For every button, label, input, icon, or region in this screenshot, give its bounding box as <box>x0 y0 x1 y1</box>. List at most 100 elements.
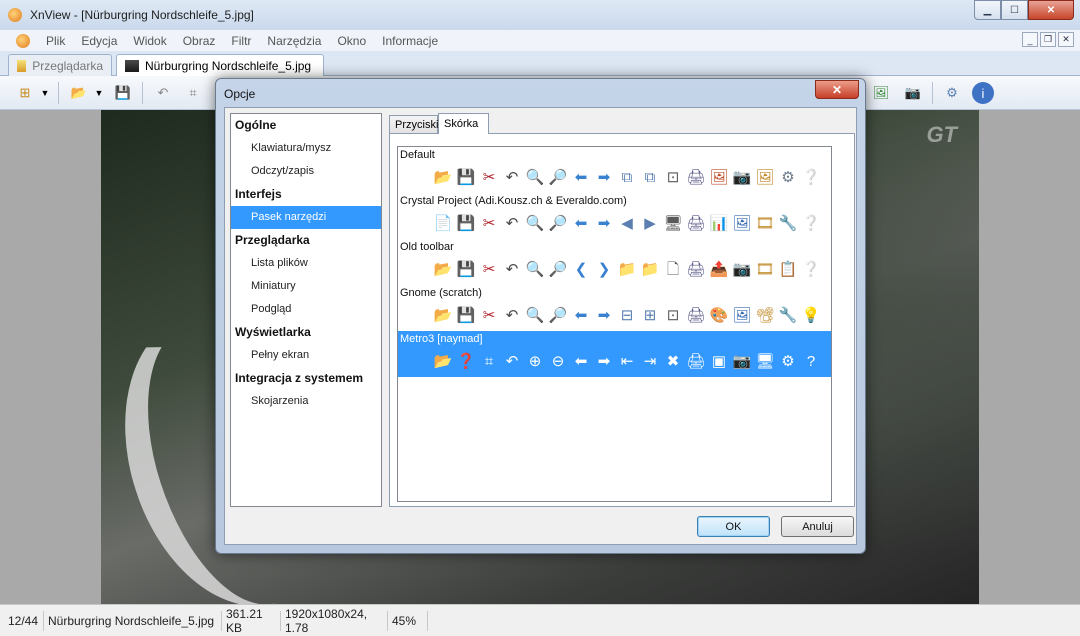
menu-filtr[interactable]: Filtr <box>223 34 259 48</box>
close-window-button[interactable]: ✕ <box>1028 0 1074 20</box>
skin-preview-icon: 📁 <box>640 260 660 278</box>
cancel-button[interactable]: Anuluj <box>781 516 854 537</box>
xnview-logo-icon <box>8 8 22 22</box>
tab-skin[interactable]: Skórka <box>438 113 489 134</box>
skin-preview-icon: 🔎 <box>548 260 568 278</box>
tree-category-header[interactable]: Wyświetlarka <box>231 321 381 344</box>
tab-buttons[interactable]: Przyciski <box>389 115 438 133</box>
info-icon[interactable]: i <box>972 82 994 104</box>
settings-gear-icon[interactable]: ⚙ <box>941 82 963 104</box>
mdi-restore-button[interactable]: ❐ <box>1040 32 1056 47</box>
skin-preview-icon: 🖼 <box>709 168 729 186</box>
tree-category-header[interactable]: Ogólne <box>231 114 381 137</box>
skin-name: Gnome (scratch) <box>400 287 482 299</box>
skin-preview-icon: 💾 <box>456 168 476 186</box>
status-zoom: 45% <box>388 610 428 631</box>
skin-option[interactable]: Metro3 [naymad] 📂 ❓ ⌗ ↶ ⊕ ⊖ ⬅ ➡ ⇤ ⇥ ✖ 🖨 ▣ 📷 🖥 ⚙? <box>398 331 831 377</box>
menu-narzedzia[interactable]: Narzędzia <box>259 34 329 48</box>
open-folder-icon[interactable]: 📂 <box>68 82 90 104</box>
browser-tree-icon[interactable]: ⊞ <box>14 82 36 104</box>
skin-preview-icon: 📂 <box>433 168 453 186</box>
capture-icon[interactable]: 📷 <box>902 82 924 104</box>
toolbar-separator <box>58 82 59 104</box>
skin-option[interactable]: Old toolbar 📂 💾 ✂ ↶ 🔍 🔎 ❮ ❯ 📁 📁 🗋 🖨 📤 📷 🎞 📋 ❔ <box>398 239 831 285</box>
skin-name: Old toolbar <box>400 241 454 253</box>
skin-preview-icon: ❯ <box>597 260 611 278</box>
tree-category-item[interactable]: Pasek narzędzi <box>231 206 381 229</box>
skin-icon-preview: 📄 💾 ✂ ↶ 🔍 🔎 ⬅ ➡ ◀ ▶ 🖥 🖨 📊 🖼 🎞 🔧 ❔ <box>432 212 822 234</box>
skin-preview-icon: 💾 <box>456 260 476 278</box>
tab-image[interactable]: Nürburgring Nordschleife_5.jpg <box>116 54 324 77</box>
window-controls: ▁ ☐ ✕ <box>974 0 1074 20</box>
skin-preview-icon: ? <box>806 352 816 370</box>
tree-category-item[interactable]: Miniatury <box>231 275 381 298</box>
skin-preview-icon: ✖ <box>666 352 680 370</box>
skin-preview-icon: ⚙ <box>781 168 795 186</box>
skin-preview-icon: 🔎 <box>548 306 568 324</box>
skin-preview-icon: ↶ <box>505 352 519 370</box>
skin-preview-icon: ▶ <box>644 214 656 232</box>
skin-preview-icon: 🎨 <box>709 306 729 324</box>
undo-icon[interactable]: ↶ <box>152 82 174 104</box>
save-icon[interactable]: 💾 <box>112 82 134 104</box>
menu-okno[interactable]: Okno <box>329 34 374 48</box>
skin-name: Metro3 [naymad] <box>400 333 483 345</box>
skin-preview-icon: ⊖ <box>551 352 565 370</box>
menu-edycja[interactable]: Edycja <box>73 34 125 48</box>
skin-preview-icon: 📤 <box>709 260 729 278</box>
skin-preview-icon: 🖼 <box>732 214 752 232</box>
ok-button[interactable]: OK <box>697 516 770 537</box>
tree-category-item[interactable]: Lista plików <box>231 252 381 275</box>
tree-dropdown-icon[interactable]: ▼ <box>38 82 52 104</box>
mdi-minimize-button[interactable]: _ <box>1022 32 1038 47</box>
tab-browser[interactable]: Przeglądarka <box>8 54 112 76</box>
tree-category-item[interactable]: Skojarzenia <box>231 390 381 413</box>
dialog-close-button[interactable]: ✕ <box>815 80 859 99</box>
window-titlebar: XnView - [Nürburgring Nordschleife_5.jpg… <box>0 0 1080 30</box>
skin-preview-icon: 💾 <box>456 306 476 324</box>
tree-category-header[interactable]: Integracja z systemem <box>231 367 381 390</box>
skin-preview-icon: ✂ <box>482 214 496 232</box>
skin-preview-icon: 🔍 <box>525 260 545 278</box>
skin-option[interactable]: Crystal Project (Adi.Kousz.ch & Everaldo… <box>398 193 831 239</box>
options-category-tree: Ogólne Klawiatura/mysz Odczyt/zapis Interfe… <box>230 113 382 507</box>
tree-category-item[interactable]: Klawiatura/mysz <box>231 137 381 160</box>
skin-preview-icon: 📋 <box>778 260 798 278</box>
tree-category-header[interactable]: Przeglądarka <box>231 229 381 252</box>
skin-preview-icon: ⊡ <box>666 306 680 324</box>
tree-category-header[interactable]: Interfejs <box>231 183 381 206</box>
menu-obraz[interactable]: Obraz <box>175 34 224 48</box>
skin-option[interactable]: Default 📂 💾 ✂ ↶ 🔍 🔎 ⬅ ➡ ⧉ ⧉ ⊡ 🖨 🖼 📷 🖼 ⚙ ❔ <box>398 147 831 193</box>
options-panel: Przyciski Skórka Default 📂 💾 ✂ ↶ 🔍 🔎 ⬅ ➡ ⧉ ⧉ ⊡ 🖨 🖼 📷 🖼 ⚙… <box>389 113 855 507</box>
tree-category-item[interactable]: Odczyt/zapis <box>231 160 381 183</box>
menu-plik[interactable]: Plik <box>38 34 73 48</box>
skin-preview-icon: ⬅ <box>574 306 588 324</box>
skin-preview-icon: ⚙ <box>781 352 795 370</box>
skin-preview-icon: 💡 <box>801 306 821 324</box>
system-menu-icon[interactable] <box>16 33 30 48</box>
toolbar-separator <box>932 82 933 104</box>
status-filename: Nürburgring Nordschleife_5.jpg <box>44 610 222 631</box>
status-bar: 12/44 Nürburgring Nordschleife_5.jpg 361… <box>0 604 1080 636</box>
dialog-title: Opcje <box>224 87 256 101</box>
mdi-close-button[interactable]: ✕ <box>1058 32 1074 47</box>
skin-preview-icon: ⊡ <box>666 168 680 186</box>
export-icon[interactable]: 🖼 <box>870 82 892 104</box>
skin-preview-icon: 📄 <box>433 214 453 232</box>
skin-preview-icon: 📂 <box>433 352 453 370</box>
minimize-button[interactable]: ▁ <box>974 0 1001 20</box>
skin-preview-icon: ⊕ <box>528 352 542 370</box>
menu-widok[interactable]: Widok <box>125 34 174 48</box>
tree-category-item[interactable]: Podgląd <box>231 298 381 321</box>
skin-preview-icon: ✂ <box>482 260 496 278</box>
crop-icon[interactable]: ⌗ <box>182 82 204 104</box>
status-position: 12/44 <box>0 610 44 631</box>
skin-preview-icon: ⇤ <box>620 352 634 370</box>
open-dropdown-icon[interactable]: ▼ <box>92 82 106 104</box>
maximize-button[interactable]: ☐ <box>1001 0 1028 20</box>
tree-category-item[interactable]: Pełny ekran <box>231 344 381 367</box>
skin-list[interactable]: Default 📂 💾 ✂ ↶ 🔍 🔎 ⬅ ➡ ⧉ ⧉ ⊡ 🖨 🖼 📷 🖼 ⚙ ❔ Crystal Project … <box>397 146 832 502</box>
skin-preview-icon: ➡ <box>597 214 611 232</box>
skin-option[interactable]: Gnome (scratch) 📂 💾 ✂ ↶ 🔍 🔎 ⬅ ➡ ⊟ ⊞ ⊡ 🖨 🎨 🖼 📽 🔧 💡 <box>398 285 831 331</box>
menu-informacje[interactable]: Informacje <box>374 34 446 48</box>
